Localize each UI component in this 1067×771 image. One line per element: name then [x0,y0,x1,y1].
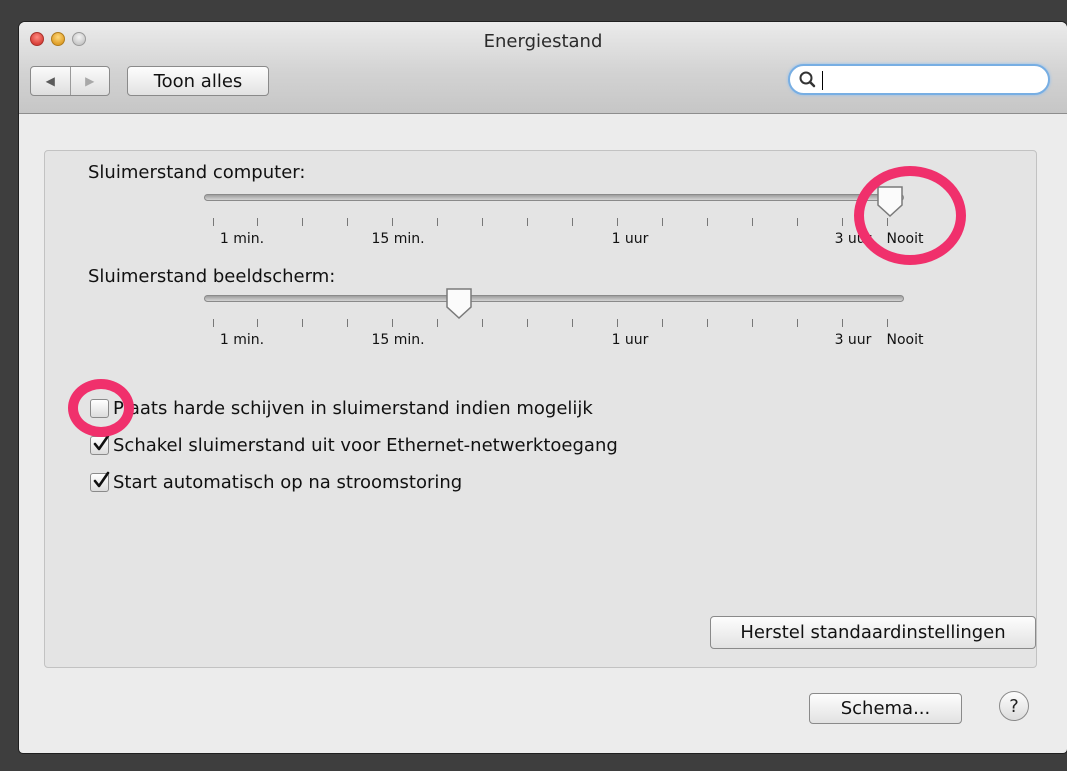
display-tick-label-1min: 1 min. [219,332,265,348]
computer-sleep-ticks [204,218,904,226]
computer-sleep-slider-track[interactable] [204,194,904,201]
highlight-circle-checkbox [68,379,134,437]
search-field[interactable] [788,64,1050,95]
window-title: Energiestand [483,31,603,52]
forward-arrow-icon: ▶ [85,74,95,88]
checkbox-row-auto-restart[interactable]: Start automatisch op na stroomstoring [90,471,463,493]
energy-saver-window: Energiestand ◀ ▶ Toon alles Sluimerstand… [19,22,1067,753]
ethernet-wake-label: Schakel sluimerstand uit voor Ethernet-n… [113,435,618,456]
auto-restart-checkbox[interactable] [90,471,110,492]
text-caret [822,71,823,90]
display-sleep-label: Sluimerstand beeldscherm: [88,266,336,287]
display-sleep-slider-knob[interactable] [444,287,474,321]
search-icon [799,71,816,88]
help-button[interactable]: ? [999,691,1029,721]
restore-defaults-button[interactable]: Herstel standaardinstellingen [710,616,1036,649]
display-tick-label-nooit: Nooit [886,332,924,348]
back-forward-control: ◀ ▶ [30,66,110,96]
show-all-button[interactable]: Toon alles [127,66,269,96]
computer-tick-label-1min: 1 min. [219,231,265,247]
auto-restart-label: Start automatisch op na stroomstoring [113,472,463,493]
help-icon: ? [1009,695,1019,717]
back-arrow-icon: ◀ [45,74,55,88]
display-tick-label-15min: 15 min. [371,332,425,348]
forward-button[interactable]: ▶ [69,67,110,95]
display-tick-label-3uur: 3 uur [834,332,872,348]
computer-sleep-label: Sluimerstand computer: [88,162,306,183]
ethernet-wake-checkbox[interactable] [90,434,110,455]
display-tick-label-1uur: 1 uur [611,332,649,348]
display-sleep-ticks [204,319,904,327]
back-button[interactable]: ◀ [31,67,70,95]
computer-tick-label-1uur: 1 uur [611,231,649,247]
title-bar: Energiestand ◀ ▶ Toon alles [19,22,1067,114]
highlight-circle-slider [854,166,966,265]
schedule-button[interactable]: Schema... [809,693,962,724]
checkbox-row-hard-disk-sleep[interactable]: Plaats harde schijven in sluimerstand in… [90,398,593,419]
hard-disk-sleep-label: Plaats harde schijven in sluimerstand in… [113,398,593,419]
checkbox-row-ethernet-wake[interactable]: Schakel sluimerstand uit voor Ethernet-n… [90,434,618,456]
checkmark-icon [93,471,110,488]
computer-tick-label-15min: 15 min. [371,231,425,247]
display-sleep-slider-track[interactable] [204,295,904,302]
